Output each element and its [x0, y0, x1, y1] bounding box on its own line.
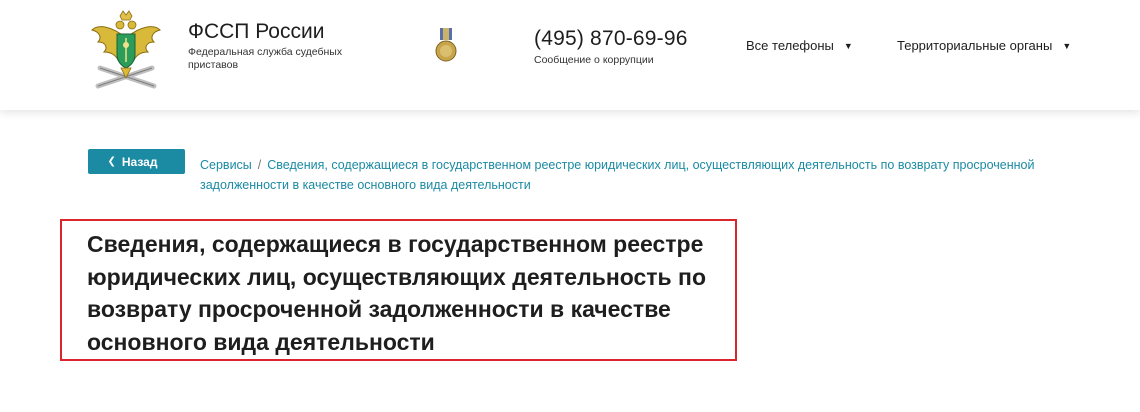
- caret-down-icon: ▼: [843, 41, 853, 51]
- org-subtitle: Федеральная служба судебных приставов: [188, 46, 343, 71]
- breadcrumb-current[interactable]: Сведения, содержащиеся в государственном…: [200, 158, 1034, 192]
- site-header: ФССП России Федеральная служба судебных …: [0, 0, 1140, 110]
- phone-caption: Сообщение о коррупции: [534, 54, 654, 66]
- back-button-label: Назад: [121, 154, 158, 169]
- all-phones-label: Все телефоны: [746, 38, 834, 53]
- back-button[interactable]: ❮ Назад: [88, 149, 185, 174]
- territorial-bodies-dropdown[interactable]: Территориальные органы ▼: [897, 38, 1071, 53]
- breadcrumb-separator: /: [257, 158, 262, 172]
- breadcrumb: Сервисы / Сведения, содержащиеся в государ…: [200, 155, 1080, 195]
- breadcrumb-services[interactable]: Сервисы: [200, 158, 252, 172]
- anticorruption-phone[interactable]: (495) 870-69-96: [534, 27, 688, 51]
- fssp-eagle-emblem-icon[interactable]: [90, 8, 162, 94]
- territorial-bodies-label: Территориальные органы: [897, 38, 1053, 53]
- caret-down-icon: ▼: [1062, 41, 1072, 51]
- chevron-left-icon: ❮: [107, 156, 116, 167]
- medal-icon[interactable]: [434, 28, 458, 64]
- org-name[interactable]: ФССП России: [188, 20, 324, 44]
- all-phones-dropdown[interactable]: Все телефоны ▼: [746, 38, 853, 53]
- page-title: Сведения, содержащиеся в государственном…: [87, 231, 707, 355]
